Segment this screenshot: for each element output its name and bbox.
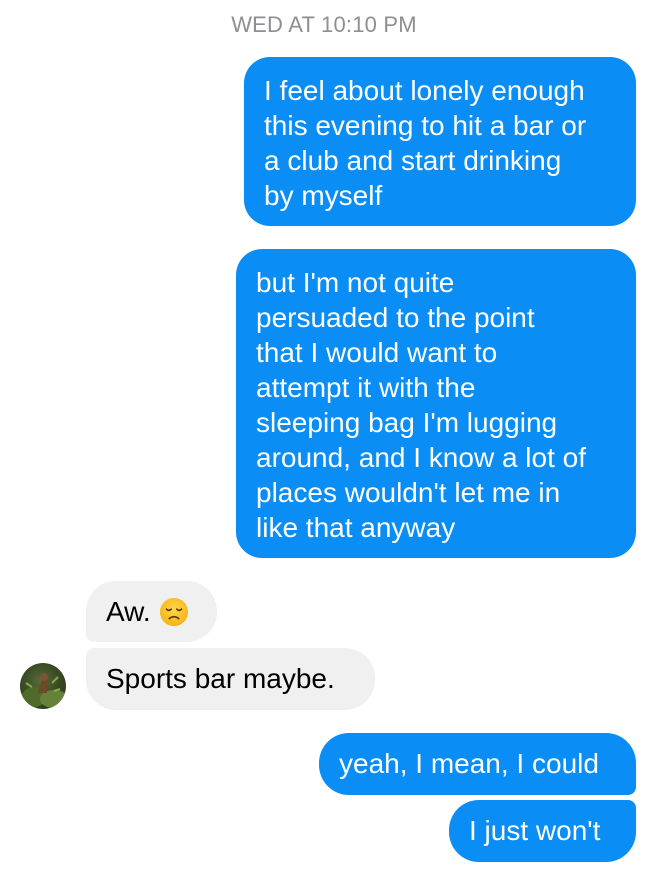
message-text-line: by myself xyxy=(264,180,383,211)
outgoing-message-bubble[interactable]: I feel about lonely enough this evening … xyxy=(244,57,636,226)
contact-avatar[interactable] xyxy=(20,663,66,709)
message-text-line: this evening to hit a bar or xyxy=(264,110,587,141)
message-text-line: attempt it with the xyxy=(256,372,476,403)
avatar-photo-icon xyxy=(22,673,66,708)
message-text: I just won't xyxy=(469,815,601,846)
disappointed-face-icon xyxy=(159,597,188,626)
timestamp: WED AT 10:10 PM xyxy=(231,12,417,37)
message-text-line: but I'm not quite xyxy=(256,267,455,298)
message-text-line: like that anyway xyxy=(256,512,456,543)
message-text-line: persuaded to the point xyxy=(256,302,535,333)
message-text: yeah, I mean, I could xyxy=(339,748,599,779)
message-text-line: around, and I know a lot of xyxy=(256,442,586,473)
incoming-message-bubble[interactable]: Sports bar maybe. xyxy=(86,648,375,710)
message-text: Aw. xyxy=(106,596,151,627)
outgoing-message-bubble[interactable]: I just won't xyxy=(449,800,636,862)
message-text-line: sleeping bag I'm lugging xyxy=(256,407,558,438)
message-text: Sports bar maybe. xyxy=(106,663,335,694)
outgoing-message-bubble[interactable]: yeah, I mean, I could xyxy=(319,733,636,795)
message-text-line: I feel about lonely enough xyxy=(264,75,585,106)
message-text-line: a club and start drinking xyxy=(264,145,562,176)
message-text-line: that I would want to xyxy=(256,337,498,368)
message-text-line: places wouldn't let me in xyxy=(256,477,561,508)
incoming-message-bubble[interactable]: Aw. xyxy=(86,581,217,642)
outgoing-message-bubble[interactable]: but I'm not quite persuaded to the point… xyxy=(236,249,636,558)
